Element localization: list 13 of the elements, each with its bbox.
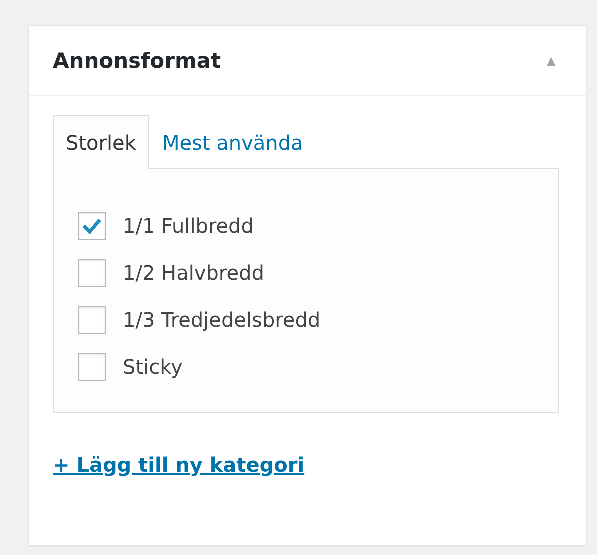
checkbox[interactable]	[78, 212, 106, 240]
tab[interactable]: Mest använda	[149, 115, 316, 169]
add-category-link[interactable]: + Lägg till ny kategori	[53, 453, 305, 477]
checkbox[interactable]	[78, 258, 106, 286]
checkbox-label: 1/3 Tredjedelsbredd	[123, 308, 321, 332]
checkbox-label: 1/1 Fullbredd	[123, 214, 254, 238]
checkbox-label: Sticky	[123, 354, 183, 378]
checkmark-icon	[82, 218, 102, 234]
checkbox[interactable]	[78, 352, 106, 380]
tab[interactable]: Storlek	[53, 115, 150, 169]
panel-title: Annonsformat	[53, 48, 222, 72]
checkbox-label: 1/2 Halvbredd	[123, 260, 264, 284]
checkbox[interactable]	[78, 306, 106, 334]
